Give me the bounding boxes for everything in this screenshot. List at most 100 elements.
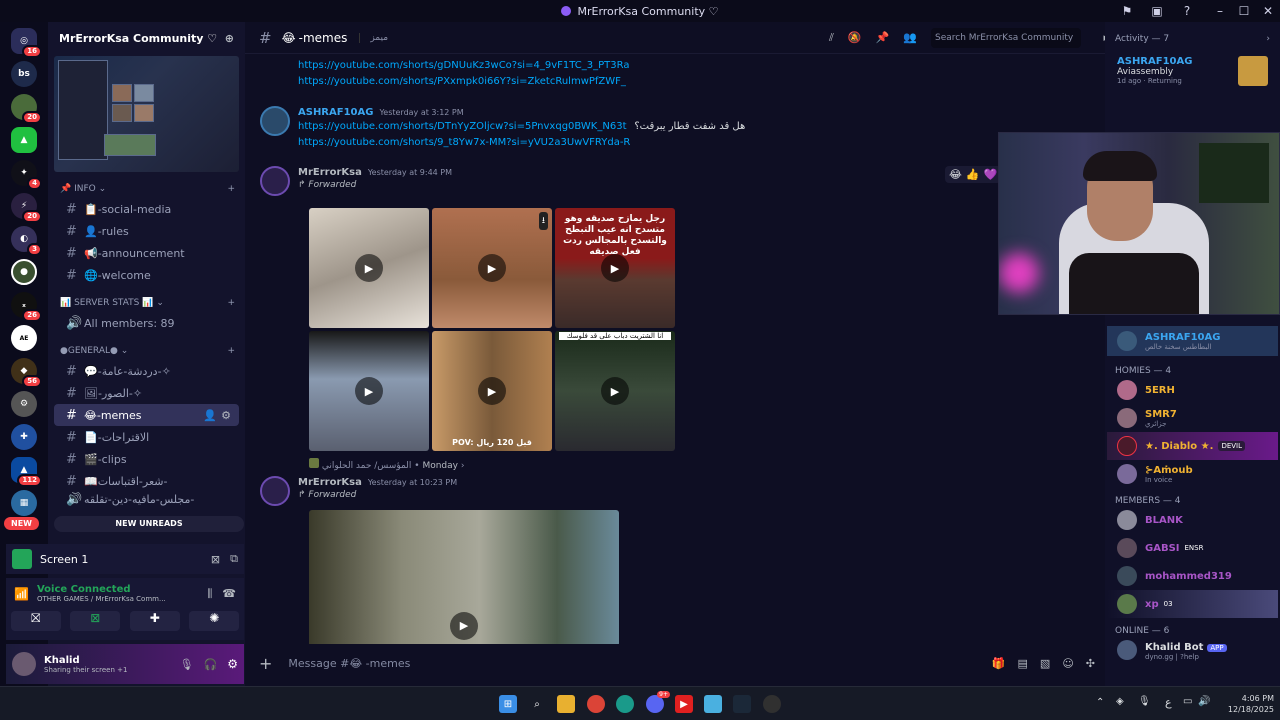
play-icon[interactable]: ▶ xyxy=(450,611,478,640)
close-button[interactable]: ✕ xyxy=(1256,4,1280,18)
emoji-icon[interactable]: ☺ xyxy=(1062,657,1073,670)
avatar[interactable] xyxy=(260,166,290,196)
download-icon[interactable]: ⭳ xyxy=(538,212,548,230)
maximize-button[interactable]: ☐ xyxy=(1232,4,1256,18)
message-author[interactable]: ASHRAF10AG xyxy=(298,107,373,118)
add-channel-icon[interactable]: + xyxy=(227,298,235,308)
video-thumbnail[interactable]: ▶ xyxy=(309,510,619,644)
mute-icon[interactable]: 🔕 xyxy=(848,31,862,44)
screen-share-icon[interactable]: ⊠ xyxy=(70,611,121,631)
channel-quotes[interactable]: # 📖 شعر-اقتباسات- xyxy=(54,470,239,492)
play-icon[interactable]: ▶ xyxy=(355,377,383,405)
voice-channel-name[interactable]: OTHER GAMES / MrErrorKsa Comm... xyxy=(37,595,207,603)
channel-clips[interactable]: # 🎬 -clips xyxy=(54,448,239,470)
video-thumbnail[interactable]: ▶ ⭳ xyxy=(432,208,552,328)
member-item[interactable]: 5ERH xyxy=(1107,376,1278,404)
server-icon[interactable]: bs xyxy=(11,61,37,87)
server-icon[interactable]: ◐ 3 xyxy=(11,226,42,256)
disconnect-icon[interactable]: ☎ xyxy=(222,587,236,600)
discord-icon[interactable]: 9+ xyxy=(646,691,670,713)
video-thumbnail[interactable]: ▶ xyxy=(309,208,429,328)
play-icon[interactable]: ▶ xyxy=(478,254,506,282)
minimize-button[interactable]: – xyxy=(1208,4,1232,18)
message-link[interactable]: https://youtube.com/shorts/9_t8Yw7x-MM?s… xyxy=(298,135,1105,151)
channel-suggestions[interactable]: # 📄 -الاقتراحات xyxy=(54,426,239,448)
channel-images[interactable]: # 🖼 -الصور-✧ xyxy=(54,382,239,404)
user-settings-icon[interactable]: ⚙ xyxy=(227,657,238,671)
video-thumbnail[interactable]: انا الشتريت دباب على قد فلوسك ▶ xyxy=(555,331,675,451)
language-indicator[interactable]: ع xyxy=(1165,696,1172,709)
message-author[interactable]: MrErrorKsa xyxy=(298,167,362,178)
home-icon[interactable]: ◎ 16 xyxy=(11,28,42,58)
server-icon[interactable]: ✦ 4 xyxy=(11,160,42,190)
channel-voice[interactable]: 🔊 مجلس-مافيه-دين-تقلقه- xyxy=(54,492,239,506)
add-channel-icon[interactable]: + xyxy=(227,184,235,194)
category-server-stats[interactable]: 📊 SERVER STATS 📊 ⌄ + xyxy=(48,294,245,312)
headset-icon[interactable]: 🎧 xyxy=(204,658,218,671)
screen-icon[interactable]: ▣ xyxy=(1142,4,1172,18)
reaction-bar[interactable]: 😂 👍 💜 xyxy=(945,166,1002,183)
activity-icon[interactable]: ✚ xyxy=(129,611,180,631)
server-icon[interactable]: ◆ 56 xyxy=(11,358,42,388)
stat-channel[interactable]: 🔊 All members: 89 xyxy=(54,312,239,334)
gift-icon[interactable]: 🎁 xyxy=(992,657,1006,670)
message-author[interactable]: MrErrorKsa xyxy=(298,477,362,488)
soundboard-icon[interactable]: ✺ xyxy=(189,611,240,631)
sticker-icon[interactable]: ▧ xyxy=(1040,657,1050,670)
member-item[interactable]: ASHRAF10AG البطاطس سخنة خالص xyxy=(1107,326,1278,356)
server-icon[interactable]: ▲ 112 xyxy=(11,457,42,487)
server-icon[interactable]: ✚ xyxy=(11,424,37,450)
obs-icon[interactable] xyxy=(763,695,781,713)
stop-stream-icon[interactable]: ⊠ xyxy=(211,553,220,566)
search-icon[interactable]: ⌕ xyxy=(528,695,546,713)
play-icon[interactable]: ▶ xyxy=(478,377,506,405)
category-info[interactable]: 📌 INFO ⌄ + xyxy=(48,180,245,198)
member-item[interactable]: SMR7 جزائري xyxy=(1107,404,1278,432)
popout-icon[interactable]: ⧉ xyxy=(230,552,238,566)
tray-icon[interactable]: ◈ xyxy=(1116,696,1124,707)
clock[interactable]: 4:06 PM 12/18/2025 xyxy=(1220,693,1274,715)
server-icon[interactable]: ⚡ 20 xyxy=(11,193,42,223)
tray-chevron-icon[interactable]: ⌃ xyxy=(1096,697,1104,708)
threads-icon[interactable]: ⫽ xyxy=(829,31,834,45)
member-item[interactable]: BLANK xyxy=(1107,506,1278,534)
member-item[interactable]: xp 03 xyxy=(1107,590,1278,618)
file-explorer-icon[interactable] xyxy=(557,695,575,713)
volume-icon[interactable]: 🔊 xyxy=(1198,696,1210,707)
channel-memes[interactable]: # 😂 -memes 👤 ⚙ xyxy=(54,404,239,426)
avatar[interactable] xyxy=(260,476,290,506)
channel-announcement[interactable]: # 📢 -announcement xyxy=(54,242,239,264)
message-link[interactable]: https://youtube.com/shorts/DTnYyZOljcw?s… xyxy=(298,121,627,132)
server-icon[interactable]: ● xyxy=(11,259,37,285)
gif-icon[interactable]: ▤ xyxy=(1018,657,1028,670)
member-item[interactable]: Khalid Bot APP dyno.gg | ?help xyxy=(1107,636,1278,664)
server-icon[interactable]: 20 xyxy=(11,94,42,124)
play-icon[interactable]: ▶ xyxy=(601,377,629,405)
channel-general-chat[interactable]: # 💬 -دردشة-عامة-✧ xyxy=(54,360,239,382)
server-icon[interactable]: AE xyxy=(11,325,37,351)
video-thumbnail[interactable]: ▶ xyxy=(309,331,429,451)
server-icon[interactable]: ▲ xyxy=(11,127,37,153)
server-icon[interactable]: ⚙ xyxy=(11,391,37,417)
activity-card[interactable]: ASHRAF10AG Aviassembly 1d ago · Returnin… xyxy=(1107,56,1278,94)
mic-icon[interactable]: 🎙 xyxy=(1138,696,1151,707)
invite-icon[interactable]: 👤 xyxy=(203,409,217,422)
mic-icon[interactable]: 🎙 xyxy=(180,658,194,671)
play-icon[interactable]: ▶ xyxy=(355,254,383,282)
member-item[interactable]: ⊱Aṁoub In voice xyxy=(1107,460,1278,488)
avatar[interactable] xyxy=(260,106,290,136)
video-thumbnail[interactable]: POV: قبل 120 ريال ▶ xyxy=(432,331,552,451)
video-thumbnail[interactable]: رجل يمازح صديقه وهو متسدح انه عيب التبطح… xyxy=(555,208,675,328)
camera-off-icon[interactable]: ⛝ xyxy=(10,611,61,631)
member-item[interactable]: mohammed319 xyxy=(1107,562,1278,590)
add-member-icon[interactable]: ⊕ xyxy=(225,32,234,45)
attach-icon[interactable]: + xyxy=(259,654,272,673)
pin-icon[interactable]: 📌 xyxy=(876,31,890,44)
noise-suppression-icon[interactable]: ⫼ xyxy=(207,587,212,601)
server-icon[interactable]: ₓ 26 xyxy=(11,292,42,322)
avatar[interactable] xyxy=(12,652,36,676)
edge-icon[interactable] xyxy=(616,695,634,713)
channel-social-media[interactable]: # 📋 -social-media xyxy=(54,198,239,220)
member-item[interactable]: GABSI ENSR xyxy=(1107,534,1278,562)
play-icon[interactable]: ▶ xyxy=(601,254,629,282)
